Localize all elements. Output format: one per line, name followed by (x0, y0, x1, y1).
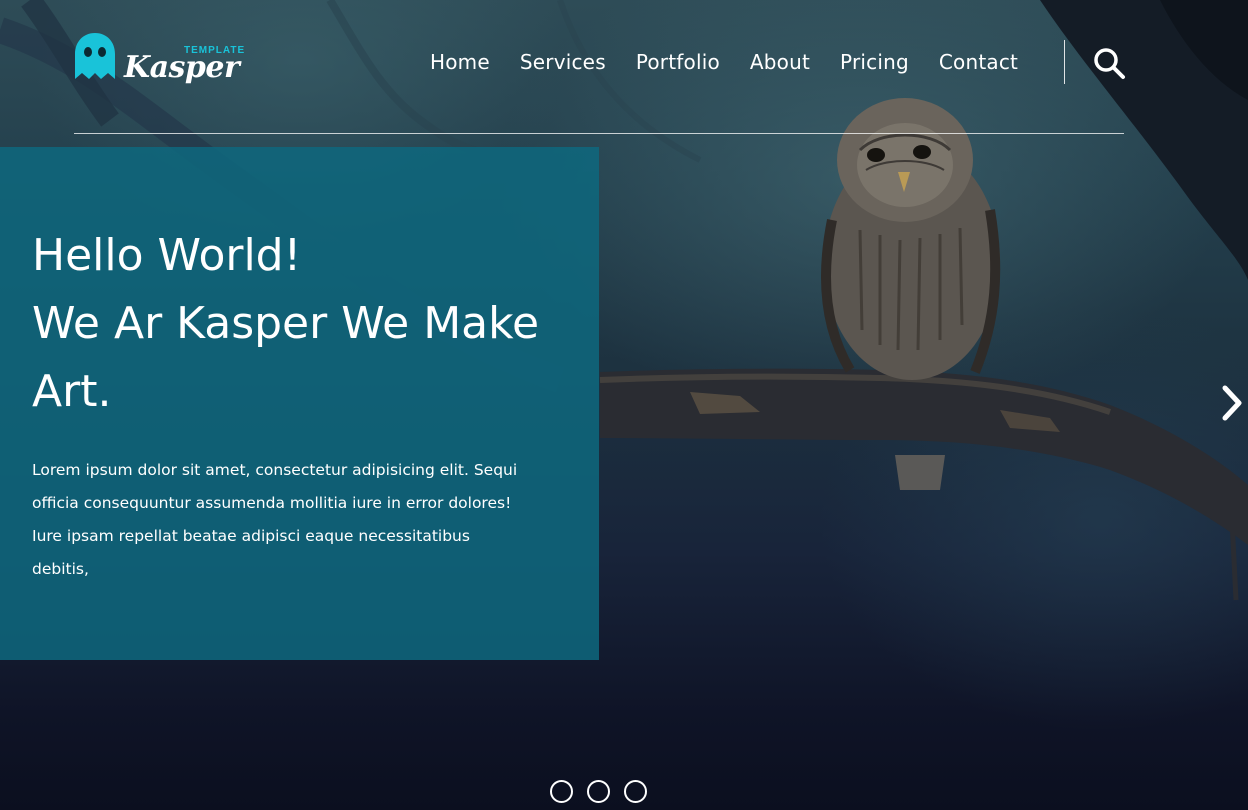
nav-item-about[interactable]: About (750, 48, 810, 78)
hero-headline-line: Art. (32, 366, 112, 417)
slider-dot-1[interactable] (550, 780, 573, 803)
hero-headline-line: We Ar Kasper We Make (32, 298, 540, 349)
slider-dot-2[interactable] (587, 780, 610, 803)
hero-headline: Hello World! We Ar Kasper We Make Art. (32, 222, 572, 426)
nav-item-contact[interactable]: Contact (939, 48, 1018, 78)
brand-logo[interactable]: TEMPLATE Kasper (74, 32, 244, 88)
site-header: TEMPLATE Kasper Home Services Portfolio … (74, 0, 1126, 134)
slider-dot-3[interactable] (624, 780, 647, 803)
nav-item-services[interactable]: Services (520, 48, 606, 78)
nav-item-portfolio[interactable]: Portfolio (636, 48, 720, 78)
hero-description: Lorem ipsum dolor sit amet, consectetur … (32, 461, 518, 578)
search-button[interactable] (1092, 46, 1126, 80)
nav-divider (1064, 40, 1065, 84)
search-icon (1094, 48, 1125, 79)
hero-headline-line: Hello World! (32, 230, 302, 281)
ghost-logo-icon (75, 33, 115, 79)
chevron-right-icon (1222, 385, 1242, 421)
main-nav: Home Services Portfolio About Pricing Co… (430, 48, 1048, 78)
brand-name: Kasper (124, 50, 240, 85)
slider-dots (550, 780, 647, 804)
slider-next-button[interactable] (1217, 382, 1247, 424)
nav-item-home[interactable]: Home (430, 48, 490, 78)
nav-item-pricing[interactable]: Pricing (840, 48, 909, 78)
